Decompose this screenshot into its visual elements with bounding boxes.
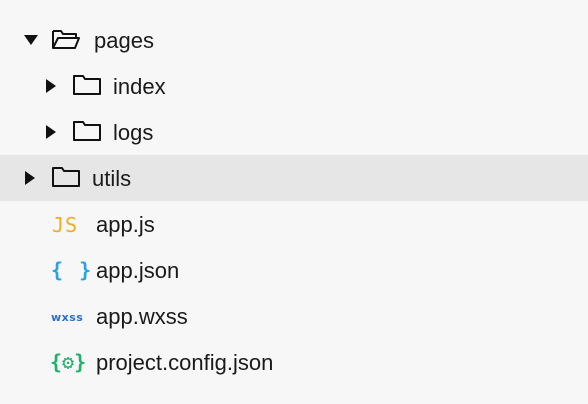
tree-item-index-folder[interactable]: index: [0, 63, 588, 109]
expand-arrow-icon[interactable]: [46, 125, 56, 139]
tree-item-app-json[interactable]: { } app.json: [0, 247, 588, 293]
expand-arrow-icon[interactable]: [46, 79, 56, 93]
tree-item-pages-folder[interactable]: pages: [0, 17, 588, 63]
folder-icon: [52, 167, 80, 187]
folder-icon: [73, 121, 101, 141]
tree-item-label: utils: [92, 166, 132, 191]
tree-item-label: index: [113, 74, 166, 99]
tree-item-project-config[interactable]: {⚙} project.config.json: [0, 339, 588, 385]
folder-open-icon: [52, 30, 80, 49]
expand-arrow-icon[interactable]: [25, 171, 35, 185]
tree-item-utils-folder[interactable]: utils: [0, 155, 588, 201]
tree-item-label: logs: [113, 120, 154, 145]
wxss-file-icon: wxss: [51, 311, 84, 324]
file-tree: pages index logs utils JS app.js { } app…: [0, 0, 588, 404]
tree-item-app-js[interactable]: JS app.js: [0, 201, 588, 247]
collapse-arrow-icon[interactable]: [24, 35, 38, 45]
tree-item-label: app.json: [96, 258, 180, 283]
folder-icon: [73, 75, 101, 95]
tree-item-logs-folder[interactable]: logs: [0, 109, 588, 155]
config-file-icon: {⚙}: [50, 350, 87, 374]
tree-item-label: project.config.json: [96, 350, 274, 375]
tree-item-label: pages: [94, 28, 154, 53]
js-file-icon: JS: [52, 213, 79, 237]
tree-item-label: app.wxss: [96, 304, 188, 329]
json-file-icon: { }: [51, 258, 94, 282]
tree-item-label: app.js: [96, 212, 155, 237]
tree-item-app-wxss[interactable]: wxss app.wxss: [0, 293, 588, 339]
